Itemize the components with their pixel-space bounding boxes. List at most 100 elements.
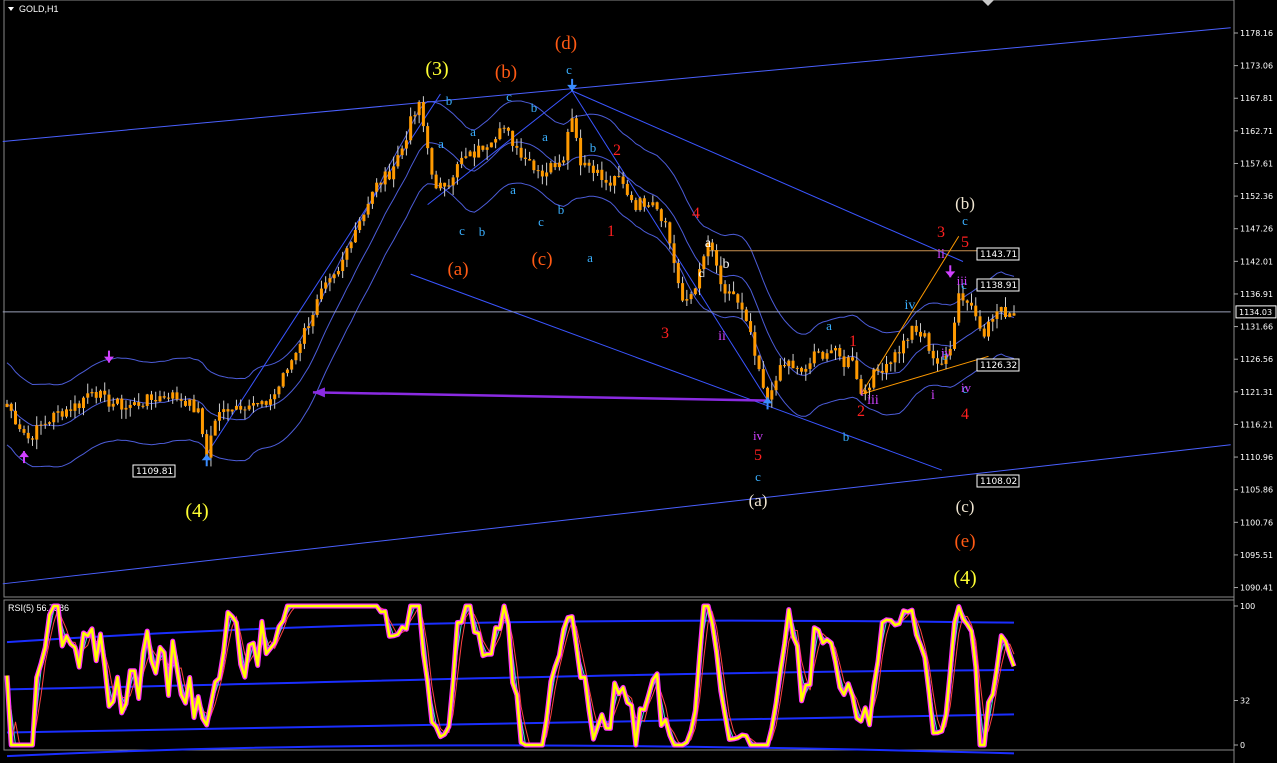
candle [600, 169, 604, 180]
candle [740, 302, 744, 310]
candle [260, 401, 264, 405]
dropdown-triangle-icon[interactable] [982, 0, 994, 6]
wave-label: ii [718, 329, 726, 344]
candle [413, 115, 417, 117]
candle [430, 148, 434, 175]
wave-label: b [558, 202, 565, 217]
left-arrow-icon [312, 391, 768, 402]
candle [885, 364, 889, 373]
candle [183, 400, 187, 406]
price-tick-label: 1162.71 [1240, 127, 1273, 136]
candle [409, 116, 413, 141]
candle [498, 128, 502, 140]
candle [417, 101, 421, 116]
wave-label: a [438, 136, 444, 151]
wave-label: (a) [447, 259, 468, 280]
price-tick-label: 1178.16 [1240, 29, 1273, 38]
price-tick-label: 1116.21 [1240, 420, 1273, 429]
candle [999, 307, 1003, 312]
candle [991, 318, 995, 322]
wave-label: (e) [954, 531, 975, 552]
wave-label: 1 [607, 223, 615, 240]
price-tick-label: 1147.26 [1240, 225, 1273, 234]
candle [124, 407, 128, 410]
candle [727, 291, 731, 294]
candle [978, 316, 982, 329]
wave-label: b [446, 93, 453, 108]
wave-label: c [459, 223, 465, 238]
candle [685, 299, 689, 301]
candle [681, 283, 685, 301]
wave-label: 2 [857, 403, 865, 420]
wave-label: 1 [849, 333, 857, 350]
chart-canvas[interactable]: GOLD,H1 RSI(5) 56.7186 (3)(4)(4)(d)(b)(a… [0, 0, 1277, 763]
price-tick-label: 1167.81 [1240, 94, 1273, 103]
price-tag-value: 1109.81 [136, 467, 173, 477]
candle [256, 402, 260, 405]
candle [264, 401, 268, 405]
candle [749, 321, 753, 333]
candle [562, 160, 566, 163]
candle [710, 242, 714, 251]
candle [294, 352, 298, 361]
candle [158, 396, 162, 402]
candle [192, 399, 196, 413]
wave-label: (b) [955, 194, 975, 213]
candle [251, 402, 255, 406]
wave-label: (c) [956, 497, 975, 516]
candle [171, 392, 175, 399]
candle [515, 145, 519, 148]
wave-label: ii [937, 247, 945, 262]
candle [311, 314, 315, 327]
candle [532, 160, 536, 171]
candle [659, 209, 663, 222]
candle [689, 294, 693, 300]
candle [166, 397, 170, 399]
candle [787, 360, 791, 367]
candle [630, 194, 634, 201]
candle [145, 394, 149, 406]
candle [69, 409, 73, 411]
wave-label: (3) [425, 58, 448, 80]
candle [579, 137, 583, 166]
candle [757, 355, 761, 370]
candle [128, 404, 132, 408]
candle [604, 179, 608, 183]
rsi-tick-label: 32 [1240, 697, 1250, 706]
candle [655, 202, 659, 210]
price-tags: 1143.71 1138.91 1126.32 1109.81 1108.02 1134.… [132, 247, 1277, 488]
wave-label: c [506, 89, 512, 104]
candle [362, 214, 366, 222]
candle [889, 362, 893, 365]
candle [897, 352, 901, 354]
price-tick-label: 1136.91 [1240, 290, 1273, 299]
candle [196, 408, 200, 413]
candle [383, 171, 387, 185]
candle [77, 403, 81, 409]
candle [596, 169, 600, 173]
candle [217, 412, 221, 421]
candle [366, 203, 370, 215]
wave-label: b [723, 257, 730, 272]
candle [447, 185, 451, 187]
wave-label: iv [753, 428, 764, 443]
rsi-tick-label: 0 [1240, 741, 1245, 750]
candle [400, 148, 404, 156]
candle [566, 131, 570, 161]
candle [821, 351, 825, 359]
candle [226, 409, 230, 412]
wave-label: a [470, 124, 476, 139]
candle [553, 163, 557, 168]
candle [919, 331, 923, 337]
candle [783, 365, 787, 367]
dropdown-triangle-icon[interactable] [8, 7, 14, 11]
candle [434, 174, 438, 189]
candle [1008, 313, 1012, 318]
candle [664, 221, 668, 223]
candle [349, 242, 353, 249]
rsi-tick-label: 100 [1240, 602, 1255, 611]
price-tick-label: 1131.66 [1240, 323, 1273, 332]
candle [426, 126, 430, 149]
candle [982, 328, 986, 337]
candle [26, 432, 30, 439]
